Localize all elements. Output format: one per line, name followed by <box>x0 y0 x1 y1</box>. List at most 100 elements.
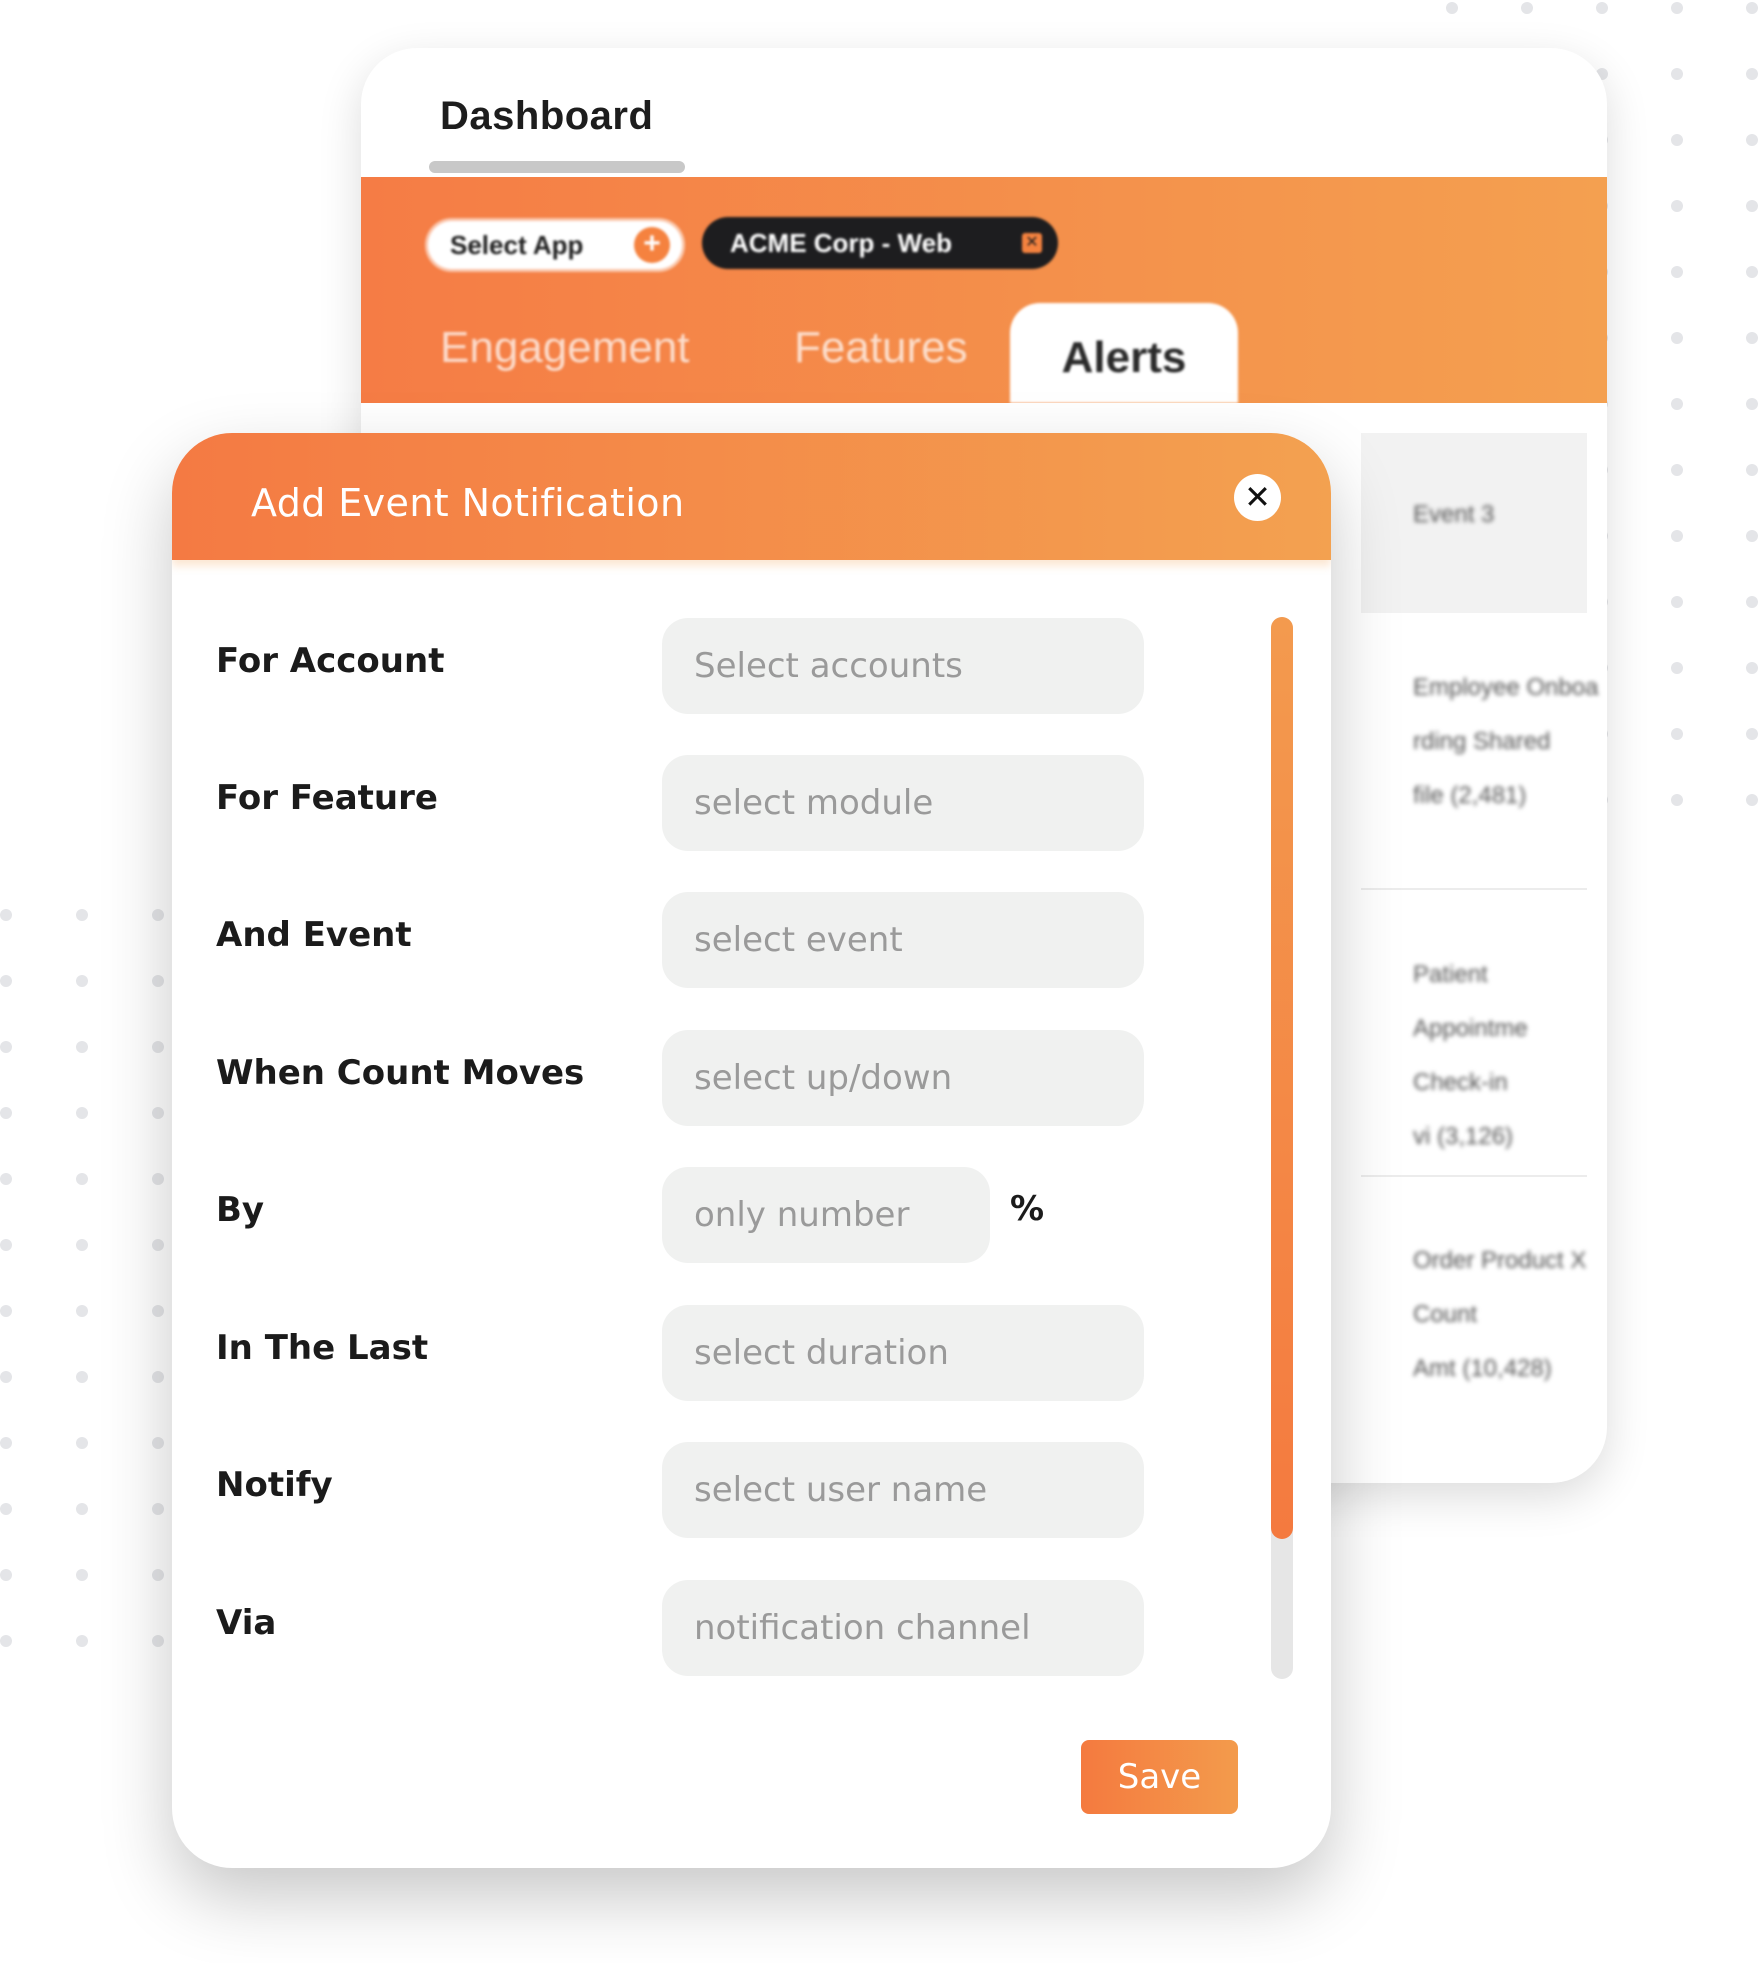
save-button[interactable]: Save <box>1081 1740 1238 1814</box>
tab-engagement[interactable]: Engagement <box>440 323 690 373</box>
decorative-dot <box>1746 2 1758 14</box>
dashboard-title-underline <box>429 161 685 173</box>
decorative-dot <box>1746 728 1758 740</box>
decorative-dot <box>1746 464 1758 476</box>
when-count-moves-label: When Count Moves <box>216 1053 585 1093</box>
select-app-button[interactable]: Select App + <box>428 221 682 269</box>
plus-icon: + <box>634 227 670 263</box>
decorative-dot <box>76 1371 88 1383</box>
table-header-cell: Event 3 <box>1413 501 1495 528</box>
modal-title: Add Event Notification <box>251 481 685 525</box>
decorative-dot <box>152 1437 164 1449</box>
dashboard-title: Dashboard <box>440 94 654 138</box>
decorative-dot <box>152 975 164 987</box>
decorative-dot <box>1746 134 1758 146</box>
decorative-dot <box>0 1503 12 1515</box>
decorative-dot <box>1671 464 1683 476</box>
scrollbar-thumb[interactable] <box>1271 617 1293 1539</box>
decorative-dot <box>1671 266 1683 278</box>
tab-features[interactable]: Features <box>794 323 968 373</box>
decorative-dot <box>0 1437 12 1449</box>
decorative-dot <box>1746 266 1758 278</box>
decorative-dot <box>1746 332 1758 344</box>
and-event-label: And Event <box>216 915 412 955</box>
in-the-last-label: In The Last <box>216 1328 429 1368</box>
decorative-dot <box>152 1107 164 1119</box>
decorative-dot <box>76 1305 88 1317</box>
decorative-dot <box>152 1635 164 1647</box>
decorative-dot <box>1746 662 1758 674</box>
dashboard-header-band: Select App + ACME Corp - Web ✕ Engagemen… <box>361 177 1607 403</box>
by-number-input[interactable] <box>662 1167 990 1263</box>
decorative-dot <box>1446 2 1458 14</box>
app-chip[interactable]: ACME Corp - Web ✕ <box>702 217 1058 269</box>
decorative-dot <box>0 1305 12 1317</box>
in-the-last-select[interactable] <box>662 1305 1144 1401</box>
percent-suffix: % <box>1010 1189 1045 1229</box>
decorative-dot <box>1746 68 1758 80</box>
when-count-moves-select[interactable] <box>662 1030 1144 1126</box>
decorative-dot <box>1671 530 1683 542</box>
modal-header: Add Event Notification ✕ <box>172 433 1331 560</box>
remove-chip-icon[interactable]: ✕ <box>1022 233 1042 253</box>
notify-select[interactable] <box>662 1442 1144 1538</box>
tab-alerts[interactable]: Alerts <box>1010 303 1238 403</box>
decorative-dot <box>1671 596 1683 608</box>
decorative-dot <box>1746 200 1758 212</box>
table-cell: Order Product X Count Amt (10,428) <box>1413 1247 1587 1382</box>
decorative-dot <box>76 1635 88 1647</box>
decorative-dot <box>1671 200 1683 212</box>
decorative-dot <box>152 1173 164 1185</box>
via-label: Via <box>216 1603 277 1643</box>
decorative-dot <box>0 1107 12 1119</box>
decorative-dot <box>76 1239 88 1251</box>
for-account-select[interactable] <box>662 618 1144 714</box>
by-label: By <box>216 1190 265 1230</box>
decorative-dot <box>1671 134 1683 146</box>
decorative-dot <box>76 909 88 921</box>
decorative-dot <box>152 1239 164 1251</box>
decorative-dot <box>0 1635 12 1647</box>
notify-label: Notify <box>216 1465 333 1505</box>
decorative-dot <box>1671 794 1683 806</box>
app-chip-label: ACME Corp - Web <box>730 228 952 258</box>
decorative-dot <box>0 1173 12 1185</box>
for-feature-select[interactable] <box>662 755 1144 851</box>
table-divider <box>1361 888 1587 890</box>
select-app-label: Select App <box>450 230 584 260</box>
scrollbar[interactable] <box>1271 617 1293 1679</box>
decorative-dot <box>0 1239 12 1251</box>
decorative-dot <box>1746 530 1758 542</box>
decorative-dot <box>1746 596 1758 608</box>
decorative-dot <box>1746 794 1758 806</box>
decorative-dot <box>152 1305 164 1317</box>
decorative-dot <box>1671 332 1683 344</box>
decorative-dot <box>152 1041 164 1053</box>
decorative-dot <box>0 1041 12 1053</box>
decorative-dot <box>1521 2 1533 14</box>
and-event-select[interactable] <box>662 892 1144 988</box>
via-select[interactable] <box>662 1580 1144 1676</box>
decorative-dot <box>152 1371 164 1383</box>
decorative-dot <box>0 1371 12 1383</box>
decorative-dot <box>1671 728 1683 740</box>
decorative-dot <box>0 975 12 987</box>
decorative-dot <box>0 1569 12 1581</box>
decorative-dot <box>1671 398 1683 410</box>
table-cell: Patient Appointme Check-in vi (3,126) <box>1413 961 1528 1150</box>
decorative-dot <box>76 1503 88 1515</box>
decorative-dot <box>76 1437 88 1449</box>
decorative-dot <box>1671 2 1683 14</box>
decorative-dot <box>76 1041 88 1053</box>
decorative-dot <box>0 909 12 921</box>
decorative-dot <box>152 909 164 921</box>
close-button[interactable]: ✕ <box>1234 474 1281 521</box>
decorative-dot <box>1671 662 1683 674</box>
add-event-notification-modal: Add Event Notification ✕ For Account For… <box>172 433 1331 1868</box>
decorative-dot <box>76 1173 88 1185</box>
decorative-dot <box>76 1107 88 1119</box>
decorative-dot <box>76 975 88 987</box>
table-header: Event 3 <box>1361 433 1587 613</box>
for-account-label: For Account <box>216 641 445 681</box>
table-divider <box>1361 1175 1587 1177</box>
